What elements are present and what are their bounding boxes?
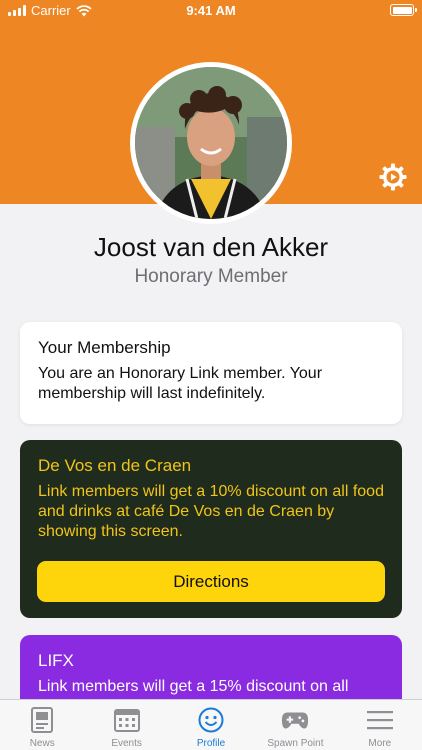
status-bar: Carrier 9:41 AM xyxy=(0,0,422,22)
directions-button[interactable]: Directions xyxy=(37,561,385,602)
tab-spawn-point[interactable]: Spawn Point xyxy=(253,700,337,750)
tab-label: Spawn Point xyxy=(267,738,324,749)
profile-role: Honorary Member xyxy=(134,266,288,287)
menu-icon xyxy=(366,707,394,733)
membership-title: Your Membership xyxy=(38,338,171,357)
news-icon xyxy=(28,707,56,733)
status-time: 9:41 AM xyxy=(186,3,236,18)
profile-name: Joost van den Akker xyxy=(93,232,329,262)
offer-text: Link members will get a 15% discount on … xyxy=(38,678,349,695)
tab-label: News xyxy=(29,738,55,749)
tab-bar: News Events Profile Spawn Point More xyxy=(0,699,422,750)
avatar[interactable] xyxy=(130,62,292,224)
profile-photo xyxy=(135,67,287,220)
calendar-icon xyxy=(113,707,141,733)
tab-more[interactable]: More xyxy=(338,700,422,750)
membership-text: You are an Honorary Link member. Your me… xyxy=(38,365,323,402)
tab-label: Profile xyxy=(196,738,226,749)
offer-card-vos: De Vos en de Craen Link members will get… xyxy=(20,440,402,618)
offer-title: De Vos en de Craen xyxy=(38,456,192,475)
tab-events[interactable]: Events xyxy=(84,700,168,750)
settings-gear-icon[interactable] xyxy=(378,162,408,192)
battery-icon xyxy=(390,4,417,16)
offer-text: Link members will get a 10% discount on … xyxy=(38,483,384,540)
tab-news[interactable]: News xyxy=(0,700,84,750)
tab-label: More xyxy=(368,738,392,749)
offer-title: LIFX xyxy=(38,651,74,670)
smiley-icon xyxy=(197,707,225,733)
tab-label: Events xyxy=(111,738,142,749)
gamepad-icon xyxy=(281,707,309,733)
tab-profile[interactable]: Profile xyxy=(169,700,253,750)
membership-card: Your Membership You are an Honorary Link… xyxy=(20,322,402,424)
